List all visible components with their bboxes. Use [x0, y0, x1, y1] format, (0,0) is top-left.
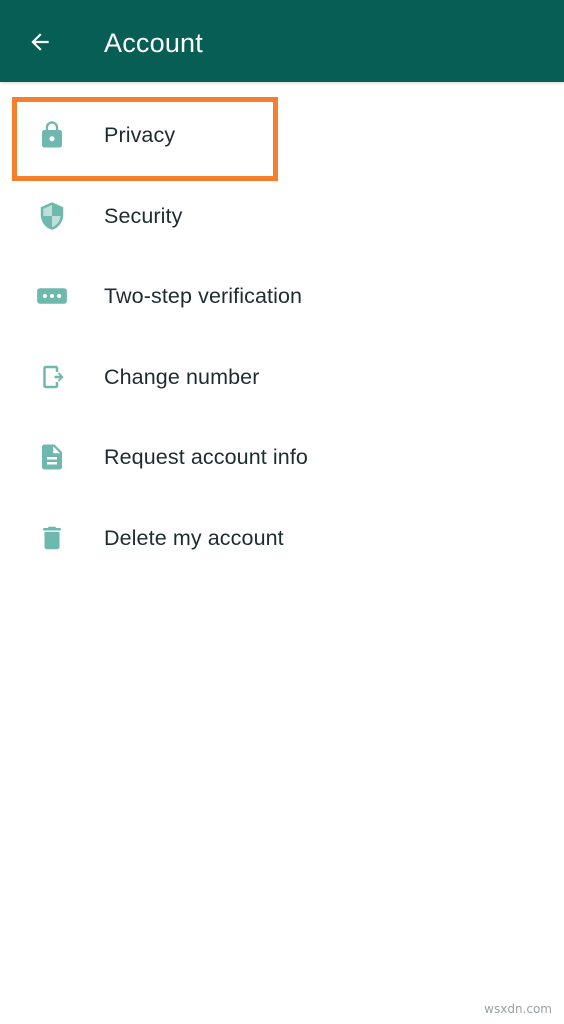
menu-item-privacy[interactable]: Privacy	[0, 95, 564, 176]
watermark: wsxdn.com	[484, 1002, 552, 1016]
document-icon	[30, 435, 74, 479]
shield-icon	[30, 194, 74, 238]
arrow-left-icon	[31, 33, 49, 51]
menu-item-label: Security	[104, 203, 183, 228]
menu-item-change-number[interactable]: Change number	[0, 337, 564, 418]
account-settings-list: Privacy Security Two-step verification C…	[0, 95, 564, 578]
phone-swap-icon	[30, 355, 74, 399]
menu-item-label: Delete my account	[104, 525, 284, 550]
menu-item-label: Privacy	[104, 123, 176, 148]
back-button[interactable]	[18, 22, 62, 62]
app-bar: Account	[0, 0, 564, 82]
menu-item-two-step-verification[interactable]: Two-step verification	[0, 256, 564, 337]
dots-keypad-icon	[30, 274, 74, 318]
menu-item-security[interactable]: Security	[0, 176, 564, 257]
page-title: Account	[104, 28, 203, 58]
trash-icon	[30, 516, 74, 560]
menu-item-label: Two-step verification	[104, 284, 303, 309]
lock-icon	[30, 113, 74, 157]
menu-item-request-account-info[interactable]: Request account info	[0, 417, 564, 498]
menu-item-label: Request account info	[104, 445, 308, 470]
menu-item-label: Change number	[104, 364, 260, 389]
menu-item-delete-my-account[interactable]: Delete my account	[0, 498, 564, 579]
